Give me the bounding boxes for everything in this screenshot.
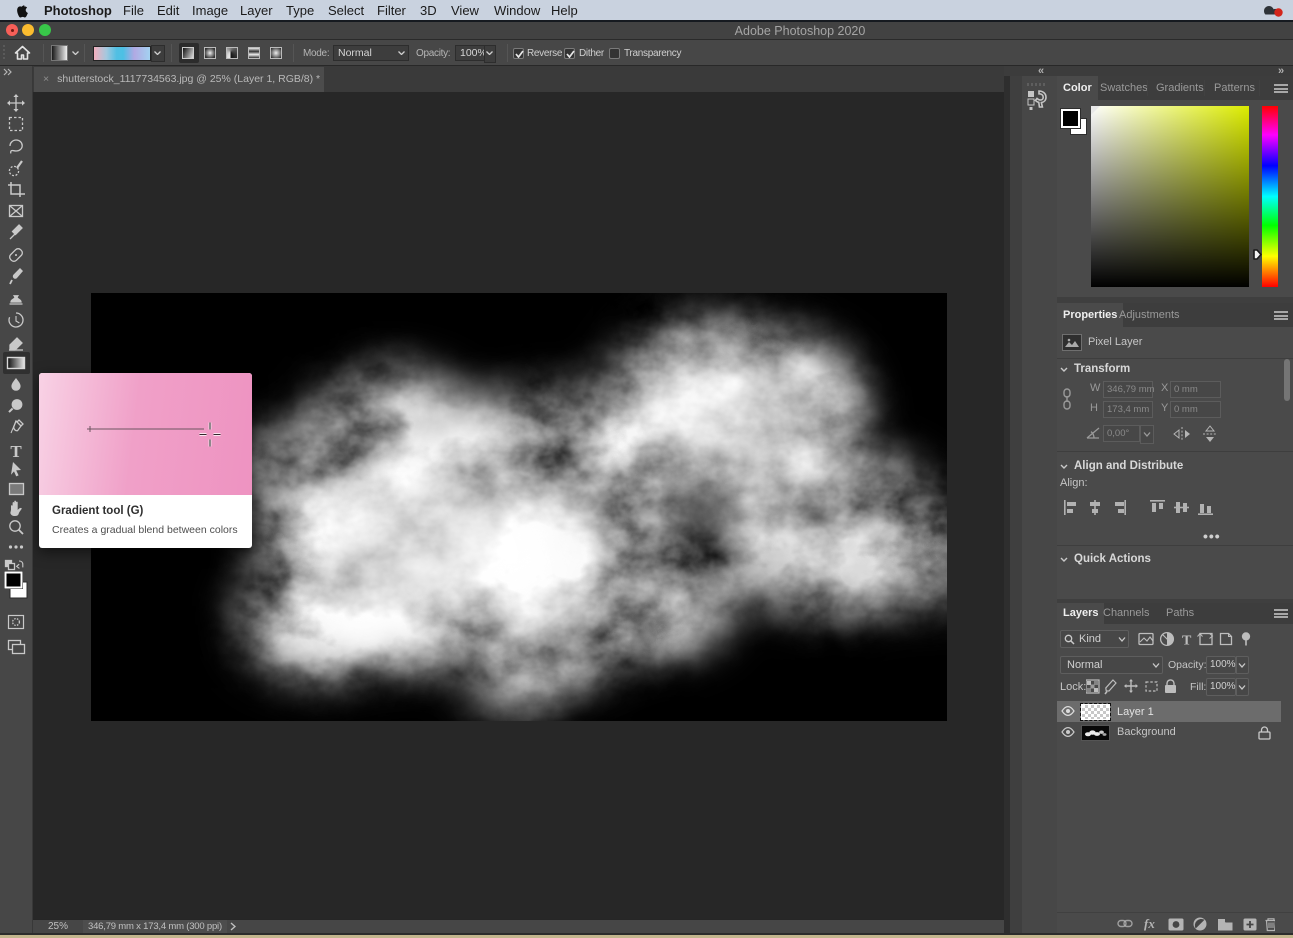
svg-text:T: T (1182, 634, 1192, 649)
svg-text:T: T (10, 442, 22, 461)
svg-text:fx: fx (1144, 916, 1155, 931)
